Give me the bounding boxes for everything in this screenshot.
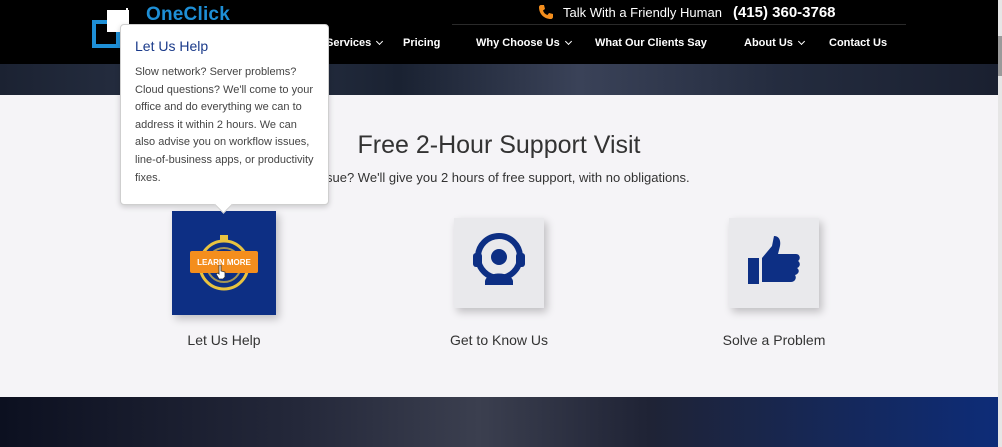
tooltip-title: Let Us Help [135,38,209,54]
footer-image-strip [0,397,998,447]
nav-what-our-clients-say[interactable]: What Our Clients Say [595,37,707,49]
thumbs-up-icon [748,236,800,284]
tooltip-body: Slow network? Server problems? Cloud que… [135,66,314,184]
phone-icon [539,5,553,19]
chevron-down-icon [797,37,805,46]
phone-label: Talk With a Friendly Human [563,4,722,20]
phone-contact[interactable]: Talk With a Friendly Human (415) 360-376… [538,2,836,22]
phone-number[interactable]: (415) 360-3768 [733,4,836,21]
card-label-let-us-help[interactable]: Let Us Help [124,332,324,348]
support-agent-icon [473,233,525,285]
nav-services[interactable]: Services [326,37,384,49]
nav-contact-us[interactable]: Contact Us [829,37,887,49]
hand-cursor-icon [216,265,226,279]
card-label-solve-a-problem[interactable]: Solve a Problem [674,332,874,348]
section-subtitle: sue? We'll give you 2 hours of free supp… [326,170,690,185]
header-divider [452,24,906,25]
card-get-to-know-us[interactable] [454,218,544,308]
card-solve-a-problem[interactable] [729,218,819,308]
nav-pricing[interactable]: Pricing [403,37,440,49]
chevron-down-icon [564,37,572,46]
scrollbar-thumb[interactable] [998,36,1002,76]
nav-why-choose-us[interactable]: Why Choose Us [476,37,572,49]
chevron-down-icon [376,37,384,46]
card-label-get-to-know-us[interactable]: Get to Know Us [399,332,599,348]
card-let-us-help[interactable]: LEARN MORE [172,211,276,315]
tooltip-popup: Let Us Help Slow network? Server problem… [120,24,329,205]
logo-text[interactable]: OneClick [146,4,230,26]
nav-about-us[interactable]: About Us [744,37,805,49]
